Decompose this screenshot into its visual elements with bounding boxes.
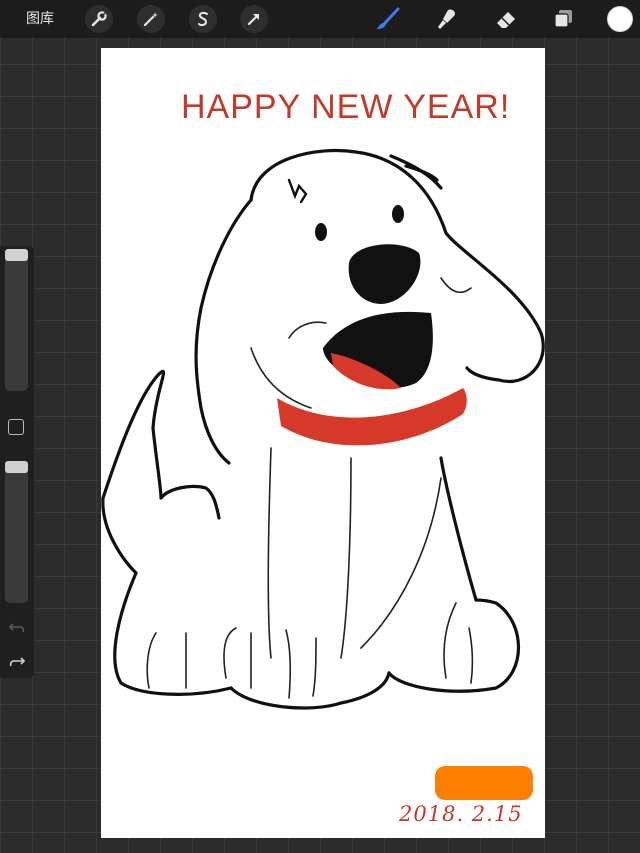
signature-date: 2018. 2.15 (399, 802, 523, 826)
actions-button[interactable] (85, 5, 113, 33)
arrow-icon (247, 13, 260, 26)
magic-wand-icon (143, 12, 158, 27)
brush-icon (377, 7, 400, 29)
eyedropper-button[interactable] (8, 419, 24, 435)
brush-tool-button[interactable] (374, 5, 402, 33)
color-picker-button[interactable] (607, 6, 633, 32)
opacity-slider[interactable] (5, 461, 28, 603)
gallery-button[interactable]: 图库 (16, 8, 64, 30)
wrench-icon (91, 11, 107, 27)
redo-icon (9, 657, 26, 667)
eraser-tool-button[interactable] (492, 5, 520, 33)
selection-button[interactable] (189, 5, 217, 33)
layers-button[interactable] (550, 5, 578, 33)
redo-button[interactable] (7, 652, 27, 672)
brush-size-thumb[interactable] (5, 249, 28, 261)
transform-button[interactable] (240, 5, 268, 33)
drawing-canvas[interactable]: HAPPY NEW YEAR! 2018. 2.15 (101, 48, 545, 838)
opacity-thumb[interactable] (5, 461, 28, 473)
eraser-icon (497, 12, 515, 28)
selection-s-icon (198, 11, 208, 27)
dog-illustration: HAPPY NEW YEAR! (101, 88, 545, 800)
redaction-mark (435, 766, 533, 800)
left-sidebar (0, 246, 34, 678)
layers-icon (554, 10, 572, 28)
smudge-tool-button[interactable] (433, 5, 461, 33)
top-toolbar: 图库 (0, 0, 640, 38)
headline-text: HAPPY NEW YEAR! (181, 88, 510, 126)
adjustments-button[interactable] (137, 5, 165, 33)
brush-size-slider[interactable] (5, 249, 28, 391)
smudge-icon (438, 9, 455, 29)
undo-button[interactable] (7, 618, 27, 638)
undo-icon (8, 623, 25, 633)
